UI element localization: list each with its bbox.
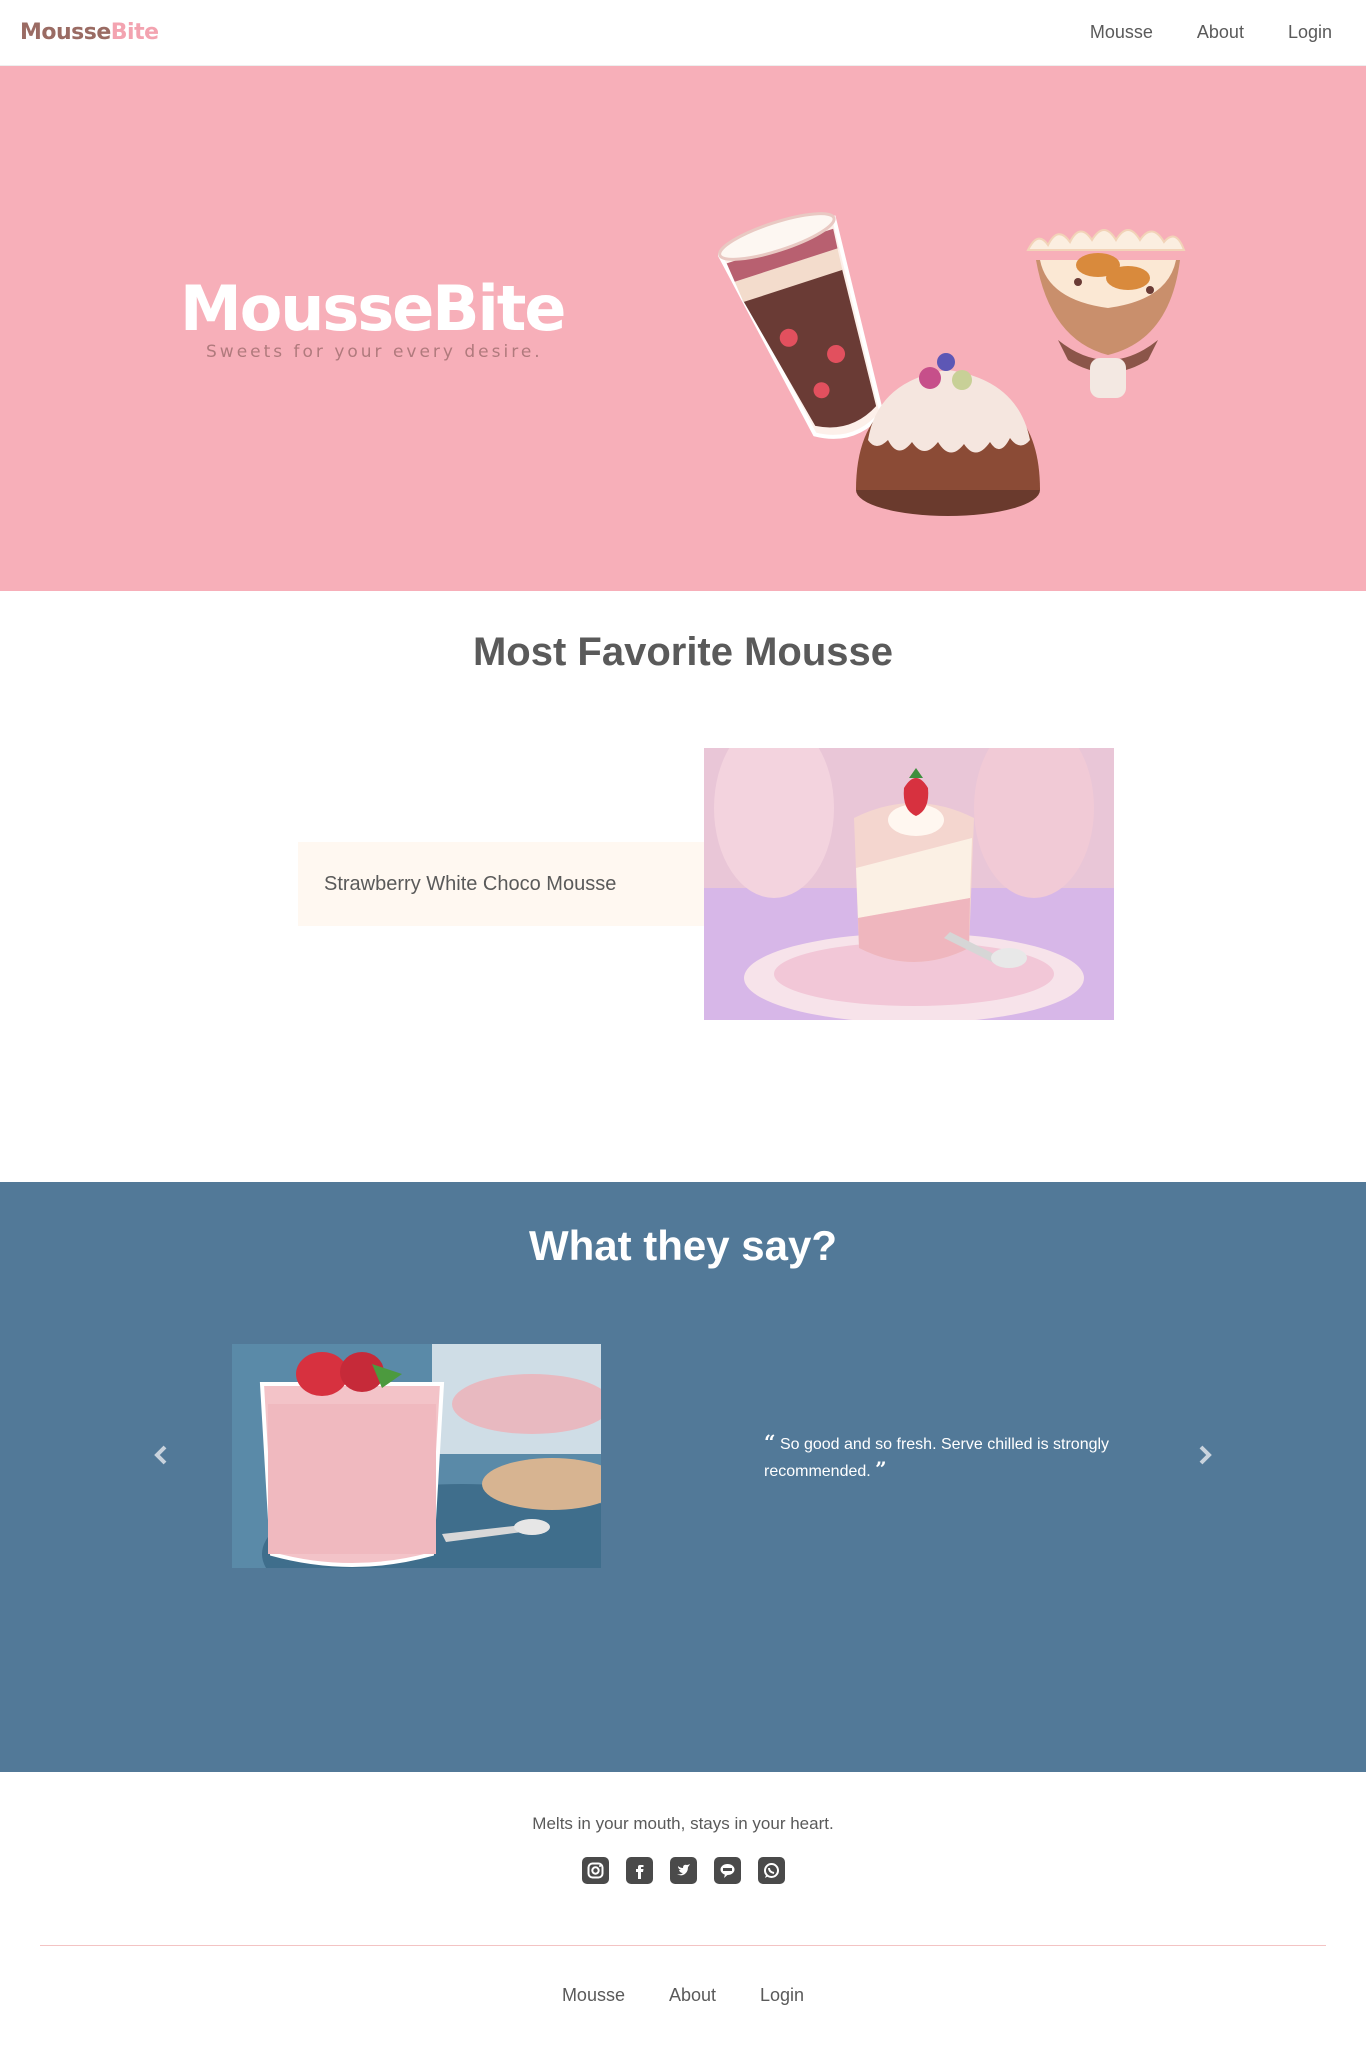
whatsapp-icon[interactable]	[757, 1857, 785, 1884]
close-quote-icon: ”	[875, 1457, 887, 1481]
testimonials-title: What they say?	[528, 1222, 838, 1269]
brand-part-2: Bite	[110, 20, 159, 45]
chevron-left-icon	[154, 1445, 167, 1465]
footer-tagline: Melts in your mouth, stays in your heart…	[532, 1814, 834, 1833]
twitter-icon[interactable]	[669, 1857, 697, 1884]
footer-link-login[interactable]: Login	[760, 1985, 804, 2006]
strawberry-white-choco-mousse-photo[interactable]	[704, 748, 1114, 1020]
facebook-icon[interactable]	[625, 1857, 653, 1884]
chevron-right-icon	[1199, 1445, 1212, 1465]
hero-subtitle: Sweets for your every desire.	[206, 342, 543, 362]
testimonial-quote: “ So good and so fresh. Serve chilled is…	[764, 1430, 1164, 1484]
strawberry-mousse-glass-photo	[232, 1344, 601, 1568]
testimonials-section: What they say? “ So good and so fresh. S…	[0, 1182, 1366, 1772]
footer-link-about[interactable]: About	[669, 1985, 716, 2006]
navbar: MousseBite Mousse About Login	[0, 0, 1366, 66]
nav-links: Mousse About Login	[1090, 22, 1346, 43]
favorite-item-label[interactable]: Strawberry White Choco Mousse	[298, 842, 704, 926]
instagram-icon[interactable]	[581, 1857, 609, 1884]
testimonial-text: So good and so fresh. Serve chilled is s…	[764, 1436, 1110, 1480]
footer-links: Mousse About Login	[0, 1985, 1366, 2006]
nav-link-about[interactable]: About	[1197, 22, 1244, 43]
brand-logo[interactable]: MousseBite	[20, 20, 159, 45]
favorite-section-title: Most Favorite Mousse	[472, 630, 894, 674]
carousel-next-button[interactable]	[1190, 1440, 1220, 1470]
social-links	[0, 1857, 1366, 1884]
open-quote-icon: “	[764, 1430, 776, 1454]
hero-desserts-illustration	[718, 212, 1186, 516]
nav-link-login[interactable]: Login	[1288, 22, 1332, 43]
hero-section: MousseBite Sweets for your every desire.	[0, 66, 1366, 591]
nav-link-mousse[interactable]: Mousse	[1090, 22, 1153, 43]
brand-part-1: Mousse	[20, 20, 111, 45]
footer-link-mousse[interactable]: Mousse	[562, 1985, 625, 2006]
footer-divider	[40, 1945, 1326, 1946]
carousel-prev-button[interactable]	[146, 1440, 176, 1470]
line-icon[interactable]	[713, 1857, 741, 1884]
hero-title: MousseBite	[180, 272, 566, 345]
